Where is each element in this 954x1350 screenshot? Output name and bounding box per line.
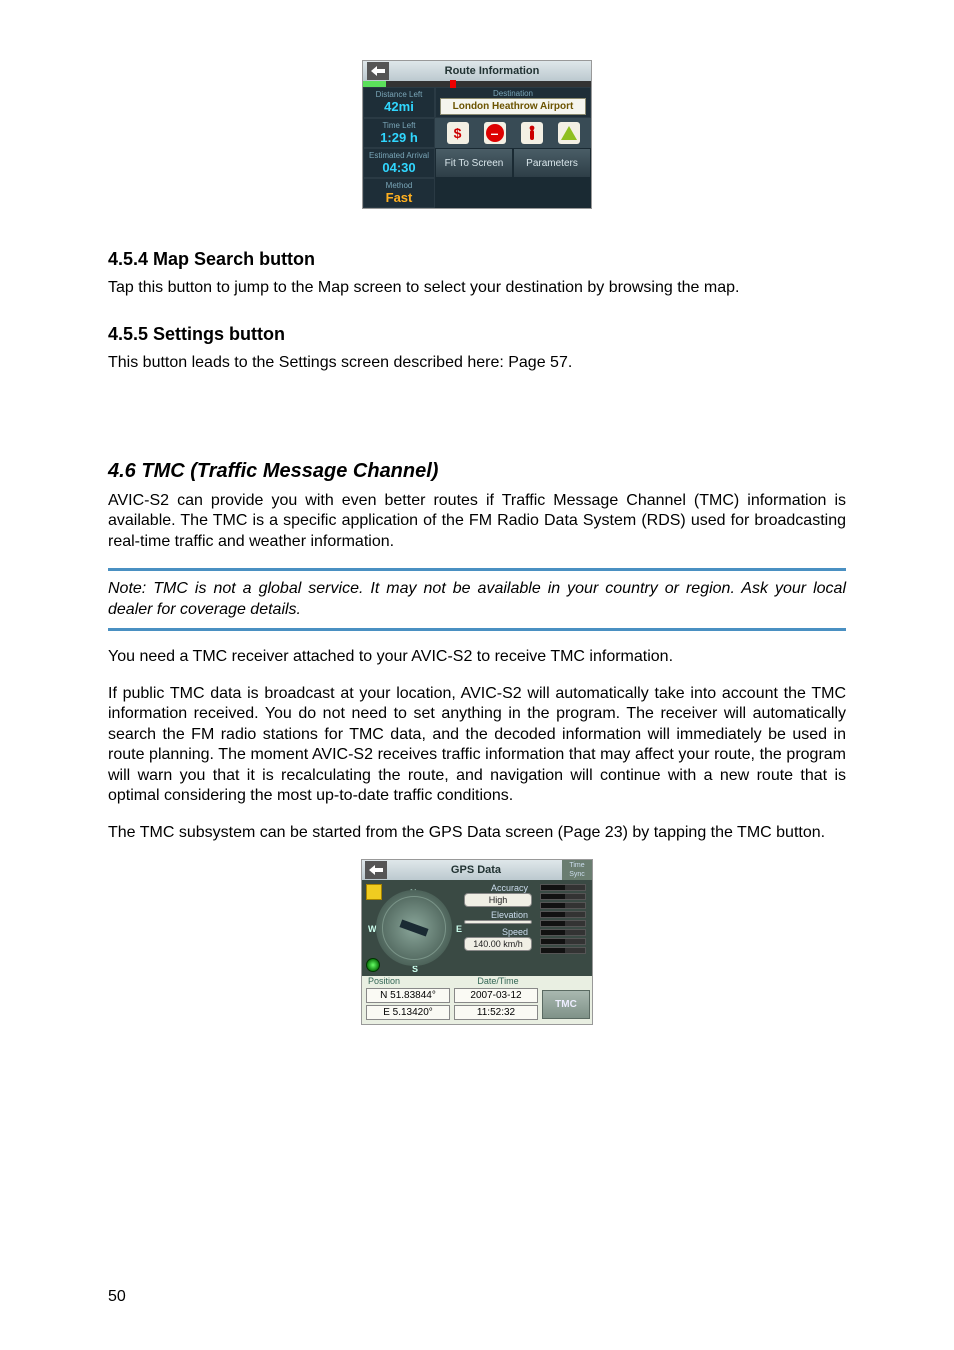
distance-left-value: 42mi <box>368 99 430 114</box>
paragraph-4-5-4: Tap this button to jump to the Map scree… <box>108 278 846 298</box>
date-value: 2007-03-12 <box>454 988 538 1003</box>
latitude-value: N 51.83844° <box>366 988 450 1003</box>
fit-to-screen-button[interactable]: Fit To Screen <box>435 148 513 178</box>
heading-4-5-4: 4.5.4 Map Search button <box>108 249 846 270</box>
accuracy-value: High <box>464 893 532 907</box>
speed-label: Speed <box>464 927 532 937</box>
route-information-figure: Route Information Distance Left 42mi Des… <box>362 60 592 209</box>
no-entry-icon: – <box>484 122 506 144</box>
hazard-icon <box>558 122 580 144</box>
route-progress-bar <box>363 81 591 87</box>
note-box: Note: TMC is not a global service. It ma… <box>108 568 846 631</box>
method-label: Method <box>368 181 430 190</box>
distance-left-label: Distance Left <box>368 90 430 99</box>
destination-label: Destination <box>440 89 586 98</box>
gps-data-figure: GPS Data Time Sync N S W E Accuracy High… <box>361 859 593 1025</box>
back-icon[interactable] <box>365 861 387 879</box>
time-sync-button[interactable]: Time Sync <box>562 860 592 880</box>
longitude-value: E 5.13420° <box>366 1005 450 1020</box>
tmc-button[interactable]: TMC <box>542 990 590 1019</box>
heading-4-6: 4.6 TMC (Traffic Message Channel) <box>108 460 846 483</box>
pedestrian-icon <box>521 122 543 144</box>
eta-value: 04:30 <box>368 160 430 175</box>
gps-data-title: GPS Data <box>390 860 562 880</box>
time-left-value: 1:29 h <box>368 130 430 145</box>
back-icon[interactable] <box>367 62 389 80</box>
paragraph-4-6-auto: If public TMC data is broadcast at your … <box>108 684 846 807</box>
accuracy-label: Accuracy <box>464 883 532 893</box>
method-value: Fast <box>368 190 430 205</box>
destination-value: London Heathrow Airport <box>445 101 581 112</box>
page-number: 50 <box>108 1288 126 1306</box>
compass-e: E <box>456 924 462 934</box>
paragraph-4-5-5: This button leads to the Settings screen… <box>108 353 846 373</box>
paragraph-4-6-receiver: You need a TMC receiver attached to your… <box>108 647 846 667</box>
satellite-signal-bars <box>534 880 592 976</box>
elevation-value <box>464 920 532 924</box>
position-label: Position <box>368 976 458 986</box>
eta-label: Estimated Arrival <box>368 151 430 160</box>
speed-value: 140.00 km/h <box>464 937 532 951</box>
heading-4-5-5: 4.5.5 Settings button <box>108 324 846 345</box>
toll-icon: $ <box>447 122 469 144</box>
paragraph-4-6-start: The TMC subsystem can be started from th… <box>108 823 846 843</box>
satellite-icon[interactable] <box>366 884 382 900</box>
note-text: Note: TMC is not a global service. It ma… <box>108 579 846 620</box>
time-left-label: Time Left <box>368 121 430 130</box>
parameters-button[interactable]: Parameters <box>513 148 591 178</box>
elevation-label: Elevation <box>464 910 532 920</box>
paragraph-4-6-intro: AVIC-S2 can provide you with even better… <box>108 491 846 552</box>
gps-status-led-icon <box>366 958 380 972</box>
datetime-label: Date/Time <box>458 976 538 986</box>
route-info-title: Route Information <box>393 65 591 77</box>
time-value: 11:52:32 <box>454 1005 538 1020</box>
